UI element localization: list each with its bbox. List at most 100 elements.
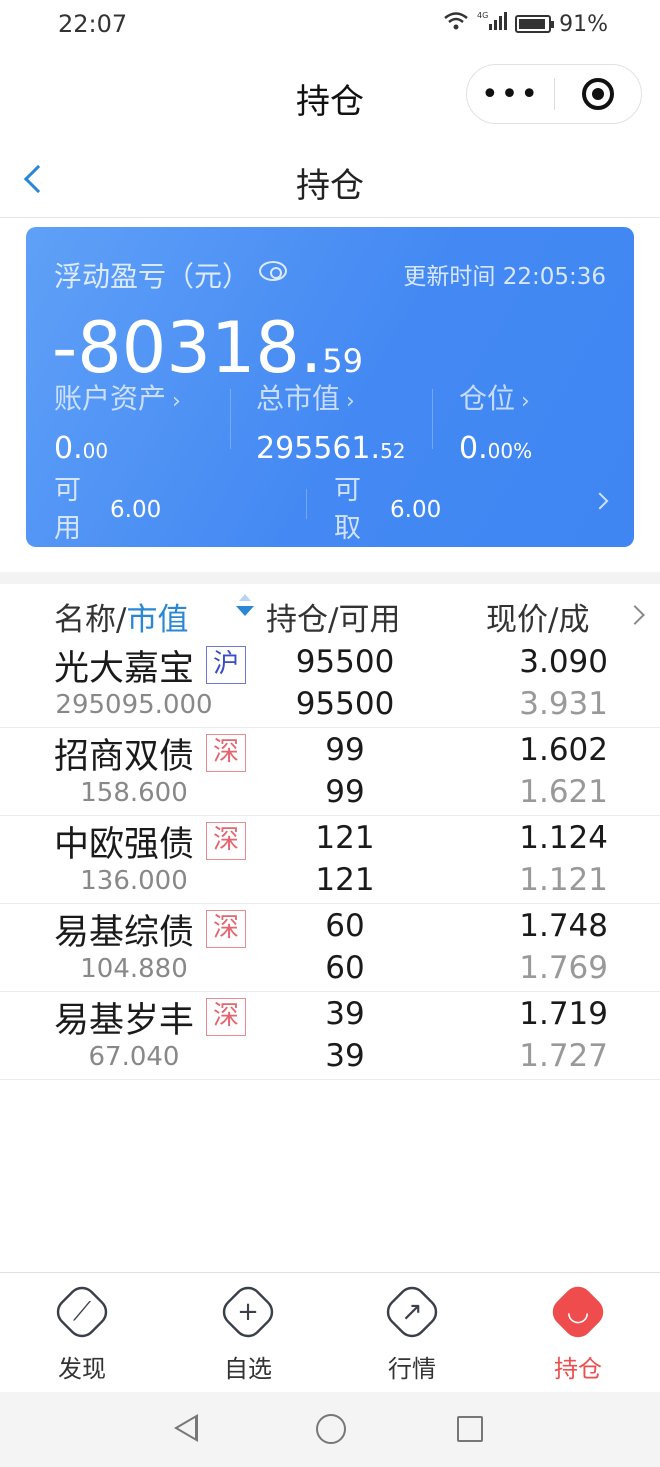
current-price: 1.748 xyxy=(519,908,608,944)
close-button[interactable] xyxy=(555,65,641,123)
capsule-menu: ••• xyxy=(466,64,642,124)
more-button[interactable]: ••• xyxy=(467,65,554,123)
chevron-right-icon: › xyxy=(521,389,530,414)
system-back-icon[interactable] xyxy=(174,1414,198,1442)
available-quantity: 95500 xyxy=(295,686,395,722)
current-price: 1.124 xyxy=(519,820,608,856)
total-market-value-int: 295561. xyxy=(256,431,381,466)
chevron-right-icon: › xyxy=(346,389,355,414)
position-ratio-int: 0. xyxy=(459,431,488,466)
cost-price: 1.621 xyxy=(519,774,608,810)
market-value: 158.600 xyxy=(80,778,188,808)
column-name-label: 名称/ xyxy=(54,602,127,638)
divider xyxy=(230,389,231,449)
holding-quantity: 95500 xyxy=(295,644,395,680)
trend-icon: ↗ xyxy=(380,1280,444,1344)
page-nav-bar: 持仓 xyxy=(0,138,660,218)
market-value: 136.000 xyxy=(80,866,188,896)
chevron-right-icon[interactable] xyxy=(625,605,645,625)
cost-price: 1.121 xyxy=(519,862,608,898)
exchange-badge: 沪 xyxy=(206,646,246,684)
available-quantity: 39 xyxy=(325,1038,365,1074)
position-ratio-dec: 00% xyxy=(487,439,533,463)
exchange-badge: 深 xyxy=(206,998,246,1036)
wifi-icon xyxy=(443,11,469,37)
available-value: 6.00 xyxy=(110,497,162,523)
account-assets-int: 0. xyxy=(54,431,83,466)
exchange-badge: 深 xyxy=(206,822,246,860)
status-bar: 22:07 4G 91% xyxy=(0,0,660,52)
market-value: 67.040 xyxy=(88,1042,180,1072)
add-icon: + xyxy=(216,1280,280,1344)
holding-row[interactable]: 易基综债深 104.880 60 60 1.748 1.769 xyxy=(0,904,660,992)
holding-quantity: 99 xyxy=(325,732,365,768)
system-recents-icon[interactable] xyxy=(457,1416,483,1442)
column-name-market-value[interactable]: 名称/市值 xyxy=(54,594,188,639)
holding-row[interactable]: 招商双债深 158.600 99 99 1.602 1.621 xyxy=(0,728,660,816)
holding-row[interactable]: 光大嘉宝沪 295095.000 95500 95500 3.090 3.931 xyxy=(0,640,660,728)
battery-percent: 91% xyxy=(559,11,608,37)
available-quantity: 121 xyxy=(315,862,375,898)
tab-discover[interactable]: ⟋ 发现 xyxy=(22,1280,142,1384)
tab-label: 发现 xyxy=(58,1355,106,1383)
stock-name: 易基岁丰 xyxy=(54,1001,195,1041)
bottom-tab-bar: ⟋ 发现 + 自选 ↗ 行情 ◡ 持仓 xyxy=(0,1272,660,1392)
stock-name: 招商双债 xyxy=(54,737,195,777)
exchange-badge: 深 xyxy=(206,734,246,772)
section-divider xyxy=(0,572,660,584)
eye-icon[interactable] xyxy=(259,261,287,281)
column-position-available[interactable]: 持仓/可用 xyxy=(266,594,400,639)
total-market-value-dec: 52 xyxy=(380,439,406,463)
divider xyxy=(432,389,433,449)
update-time: 更新时间 22:05:36 xyxy=(403,264,606,290)
withdrawable-value: 6.00 xyxy=(390,497,442,523)
column-price-cost[interactable]: 现价/成 xyxy=(486,594,589,639)
current-price: 3.090 xyxy=(519,644,608,680)
account-assets-label: 账户资产 xyxy=(54,382,167,415)
market-value: 104.880 xyxy=(80,954,188,984)
holding-quantity: 60 xyxy=(325,908,365,944)
floating-pl-label: 浮动盈亏（元） xyxy=(54,260,251,293)
available-label: 可用 xyxy=(54,475,81,544)
cost-price: 1.769 xyxy=(519,950,608,986)
cost-price: 1.727 xyxy=(519,1038,608,1074)
exchange-badge: 深 xyxy=(206,910,246,948)
system-home-icon[interactable] xyxy=(316,1414,346,1444)
chevron-right-icon[interactable] xyxy=(591,492,609,510)
tab-label: 自选 xyxy=(224,1355,272,1383)
position-ratio[interactable]: 仓位 › 0.00% xyxy=(459,377,532,466)
total-market-value[interactable]: 总市值 › 295561.52 xyxy=(256,377,406,466)
floating-pl-value: -80318.59 xyxy=(52,313,363,383)
asset-summary-card: 浮动盈亏（元） 更新时间 22:05:36 -80318.59 账户资产 › 0.… xyxy=(26,227,634,547)
position-ratio-label: 仓位 xyxy=(459,382,516,415)
withdrawable-funds: 可取 6.00 xyxy=(334,472,441,547)
stock-name: 中欧强债 xyxy=(54,825,195,865)
holding-row[interactable]: 中欧强债深 136.000 121 121 1.124 1.121 xyxy=(0,816,660,904)
available-quantity: 99 xyxy=(325,774,365,810)
total-market-value-label: 总市值 xyxy=(256,382,341,415)
available-funds: 可用 6.00 xyxy=(54,472,161,547)
account-assets-dec: 00 xyxy=(82,439,109,463)
stock-name: 易基综债 xyxy=(54,913,195,953)
divider xyxy=(306,489,307,519)
compass-icon: ⟋ xyxy=(50,1280,114,1344)
sort-icon[interactable] xyxy=(236,594,254,616)
account-assets[interactable]: 账户资产 › 0.00 xyxy=(54,377,181,466)
current-price: 1.719 xyxy=(519,996,608,1032)
status-time: 22:07 xyxy=(58,10,128,38)
tab-watchlist[interactable]: + 自选 xyxy=(188,1280,308,1384)
signal-icon: 4G xyxy=(477,10,508,38)
tab-label: 行情 xyxy=(388,1355,436,1383)
page-title: 持仓 xyxy=(296,166,364,206)
battery-icon xyxy=(515,15,555,33)
holding-quantity: 121 xyxy=(315,820,375,856)
cost-price: 3.931 xyxy=(519,686,608,722)
smile-icon: ◡ xyxy=(546,1280,610,1344)
tab-holdings[interactable]: ◡ 持仓 xyxy=(518,1280,638,1384)
tab-label: 持仓 xyxy=(554,1355,602,1383)
withdrawable-label: 可取 xyxy=(334,475,361,544)
tab-market[interactable]: ↗ 行情 xyxy=(352,1280,472,1384)
holding-row[interactable]: 易基岁丰深 67.040 39 39 1.719 1.727 xyxy=(0,992,660,1080)
column-market-value-label: 市值 xyxy=(126,602,189,638)
current-price: 1.602 xyxy=(519,732,608,768)
